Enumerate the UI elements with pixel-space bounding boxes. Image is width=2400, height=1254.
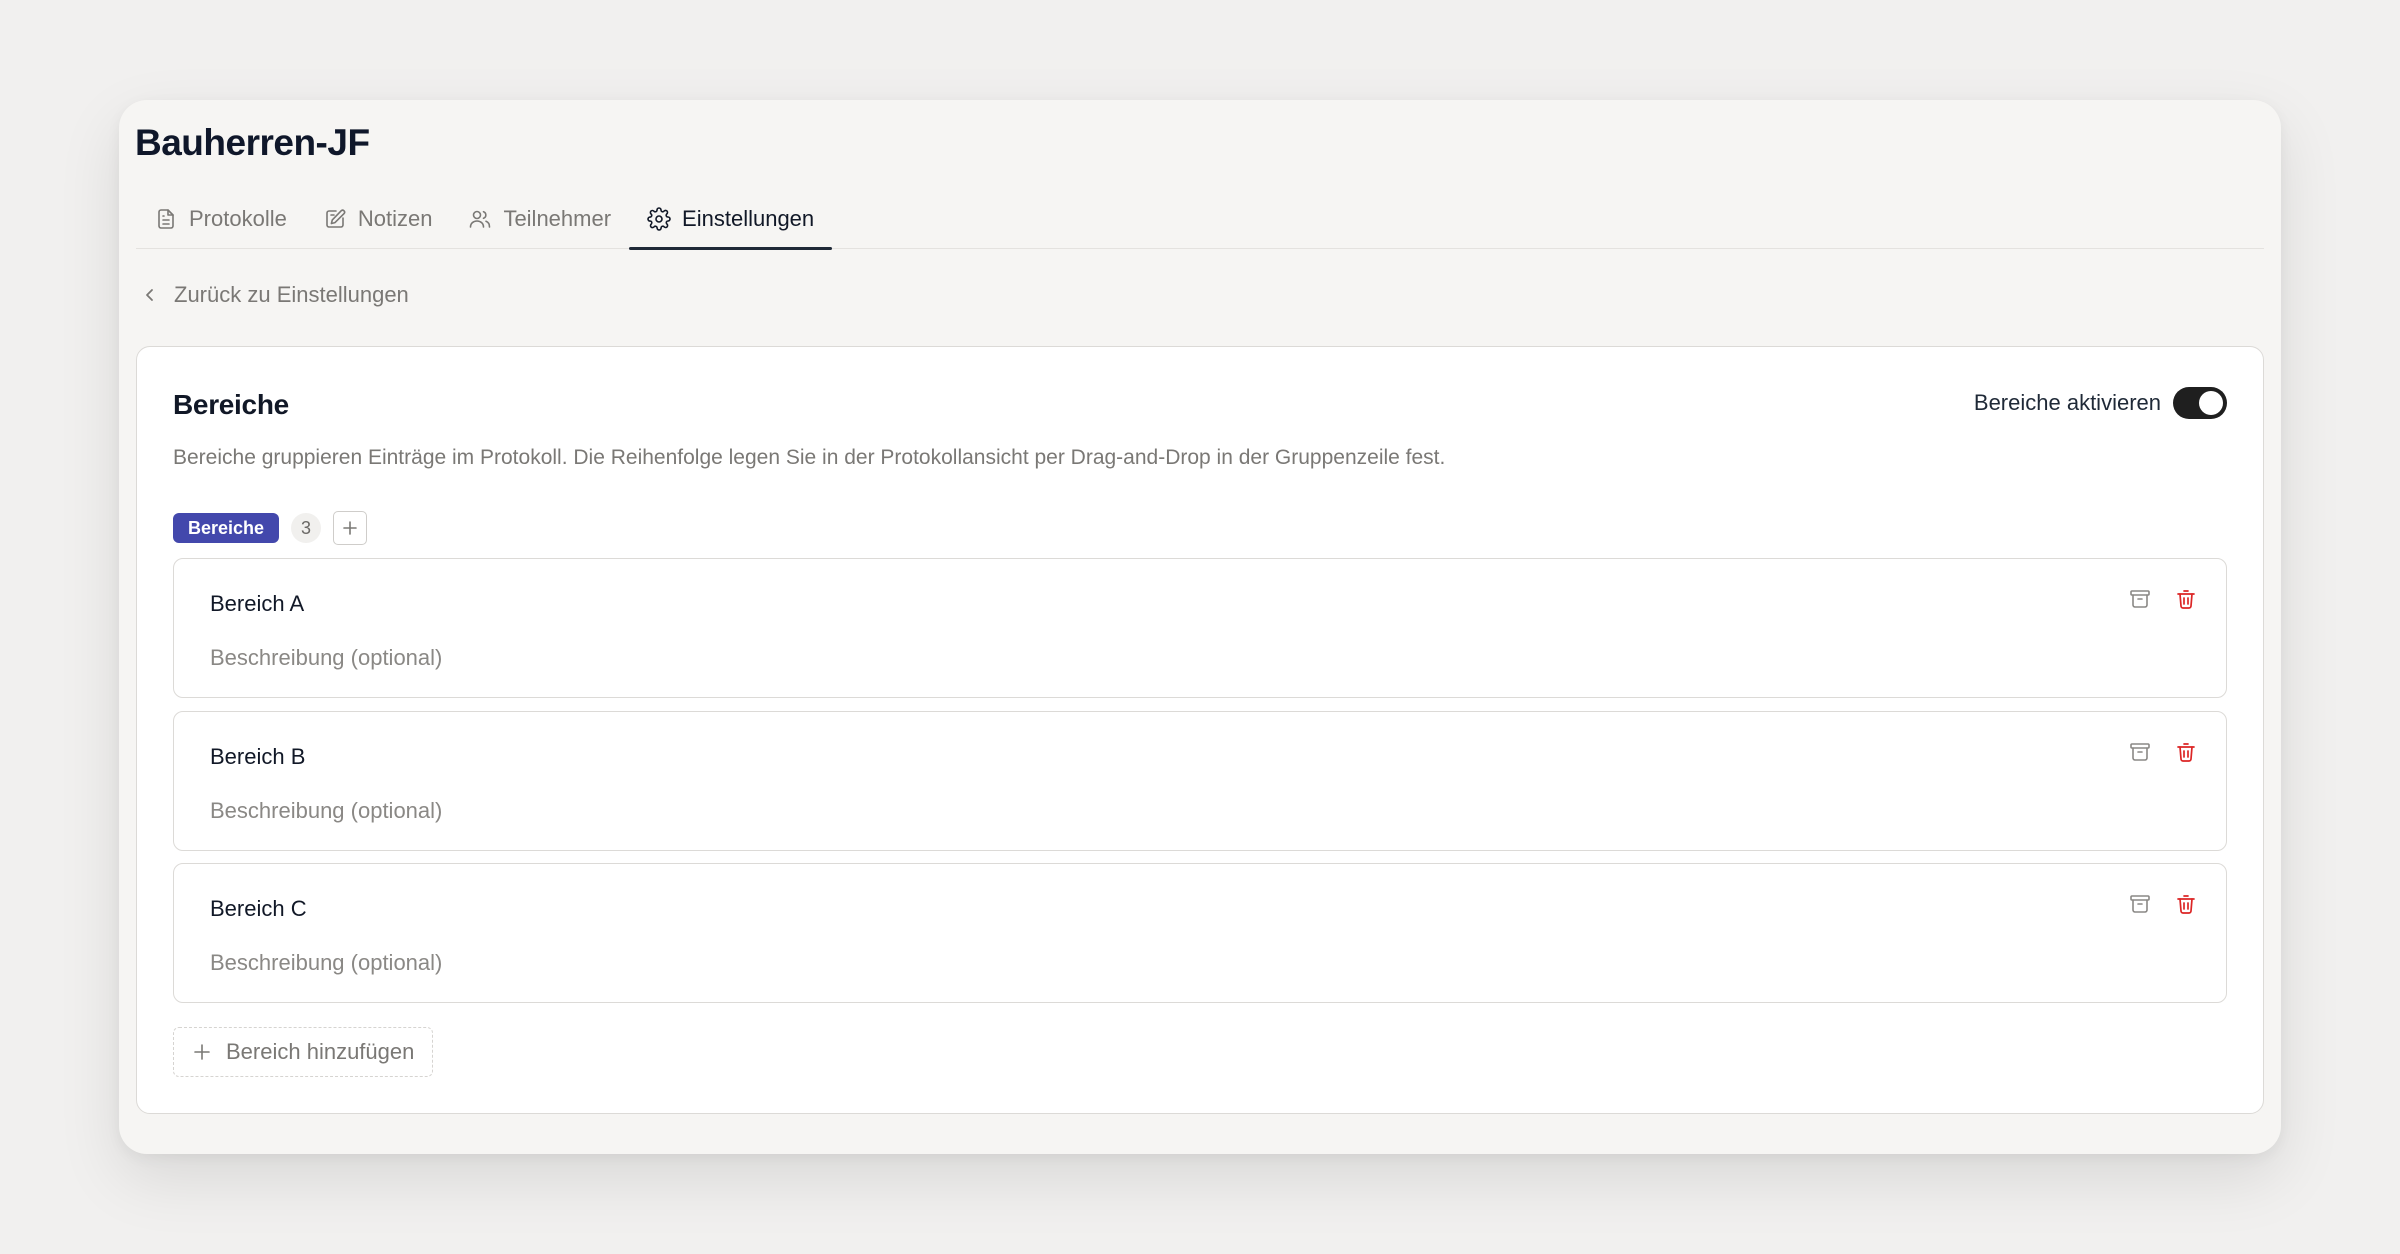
area-description-input[interactable]: Beschreibung (optional): [210, 950, 442, 976]
gear-icon: [647, 207, 671, 231]
trash-icon: [2174, 587, 2198, 611]
archive-button[interactable]: [2128, 740, 2152, 764]
plus-icon: [192, 1042, 212, 1062]
group-header: Bereiche 3: [173, 511, 368, 545]
back-link-label: Zurück zu Einstellungen: [174, 282, 409, 307]
item-actions: [2128, 892, 2198, 916]
add-area-button[interactable]: Bereich hinzufügen: [173, 1027, 434, 1077]
tab-einstellungen[interactable]: Einstellungen: [629, 189, 833, 250]
app-window: Bauherren-JF Protokolle Notizen Teilnehm…: [119, 100, 2281, 1154]
count-badge: 3: [291, 513, 322, 543]
toggle-label: Bereiche aktivieren: [1973, 390, 2161, 415]
delete-button[interactable]: [2174, 740, 2198, 764]
trash-icon: [2174, 892, 2198, 916]
note-edit-icon: [323, 207, 347, 231]
delete-button[interactable]: [2174, 892, 2198, 916]
activate-areas-control: Bereiche aktivieren: [1974, 387, 2227, 419]
area-name-input[interactable]: Bereich C: [210, 896, 307, 922]
chevron-left-icon: [140, 285, 160, 305]
area-item: Bereich A Beschreibung (optional): [173, 558, 2227, 698]
area-description-input[interactable]: Beschreibung (optional): [210, 798, 442, 824]
page-title: Bauherren-JF: [135, 122, 370, 163]
plus-icon: [341, 519, 359, 537]
area-name-input[interactable]: Bereich B: [210, 744, 305, 770]
tab-label: Notizen: [357, 206, 433, 231]
area-item: Bereich B Beschreibung (optional): [173, 711, 2227, 851]
users-icon: [468, 207, 492, 231]
tab-label: Protokolle: [189, 206, 287, 231]
section-description: Bereiche gruppieren Einträge im Protokol…: [173, 446, 1446, 469]
archive-button[interactable]: [2128, 587, 2152, 611]
item-actions: [2128, 587, 2198, 611]
area-description-input[interactable]: Beschreibung (optional): [210, 645, 442, 671]
delete-button[interactable]: [2174, 587, 2198, 611]
group-chip[interactable]: Bereiche: [173, 513, 280, 543]
area-item: Bereich C Beschreibung (optional): [173, 863, 2227, 1003]
tab-bar: Protokolle Notizen Teilnehmer Einstellun…: [136, 189, 2264, 250]
tab-teilnehmer[interactable]: Teilnehmer: [450, 189, 629, 249]
tab-protokolle[interactable]: Protokolle: [136, 189, 305, 249]
add-area-label: Bereich hinzufügen: [226, 1039, 415, 1064]
tab-notizen[interactable]: Notizen: [305, 189, 451, 249]
trash-icon: [2174, 740, 2198, 764]
archive-button[interactable]: [2128, 892, 2152, 916]
toggle-knob: [2199, 391, 2223, 415]
tab-label: Einstellungen: [682, 206, 815, 231]
activate-areas-toggle[interactable]: [2173, 387, 2227, 419]
document-icon: [154, 207, 178, 231]
bereiche-settings-card: Bereiche Bereiche aktivieren Bereiche gr…: [136, 346, 2264, 1114]
section-title: Bereiche: [173, 389, 289, 420]
item-actions: [2128, 740, 2198, 764]
tab-label: Teilnehmer: [503, 206, 612, 231]
archive-icon: [2128, 587, 2152, 611]
add-group-button[interactable]: [333, 511, 368, 545]
back-to-settings-link[interactable]: Zurück zu Einstellungen: [140, 282, 409, 308]
area-name-input[interactable]: Bereich A: [210, 591, 304, 617]
archive-icon: [2128, 892, 2152, 916]
archive-icon: [2128, 740, 2152, 764]
